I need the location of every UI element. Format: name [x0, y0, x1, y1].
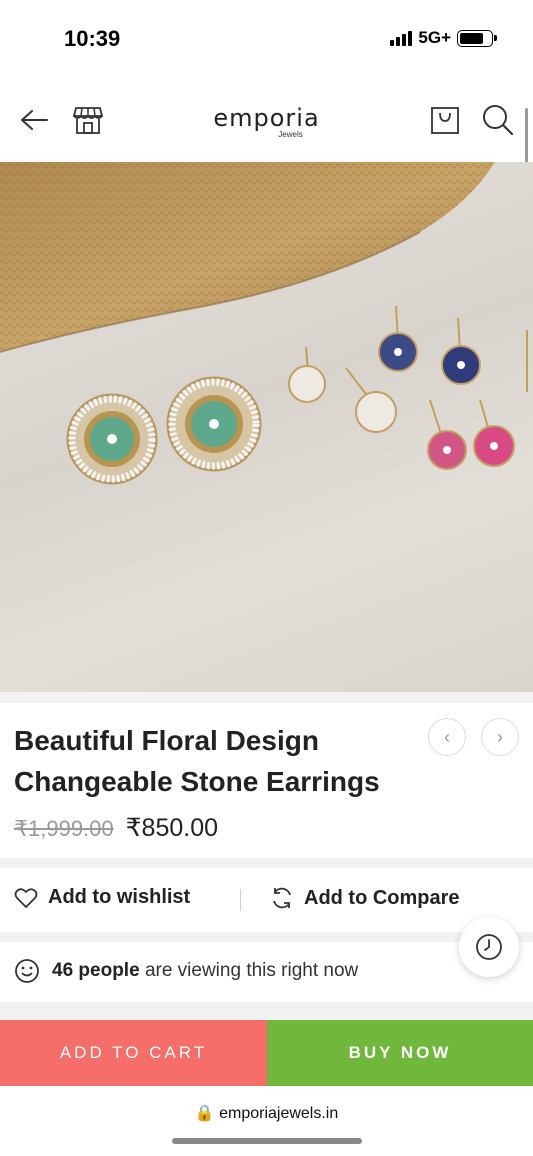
wishlist-label: Add to wishlist — [48, 886, 191, 908]
url-text: emporiajewels.in — [219, 1105, 339, 1122]
heart-icon — [14, 887, 38, 908]
search-icon[interactable] — [480, 102, 516, 138]
lock-icon: 🔒 — [194, 1105, 215, 1122]
shopping-bag-icon[interactable] — [427, 102, 463, 138]
product-actions: Add to wishlist Add to Compare — [0, 868, 533, 932]
sale-price: ₹850.00 — [125, 814, 219, 842]
site-header: emporia Jewels — [0, 80, 533, 162]
status-bar: 10:39 5G+ — [0, 0, 533, 80]
url-display[interactable]: 🔒 emporiajewels.in — [0, 1103, 533, 1123]
price-row: ₹1,999.00 ₹850.00 — [14, 813, 218, 843]
section-divider — [0, 692, 533, 703]
viewers-count: 46 people — [52, 960, 140, 981]
product-title-line1: Beautiful Floral Design — [14, 725, 319, 756]
previous-product-button[interactable]: ‹ — [428, 718, 466, 756]
chevron-right-icon: › — [497, 726, 503, 747]
product-title: Beautiful Floral Design Changeable Stone… — [14, 720, 414, 802]
clock-icon — [476, 934, 502, 960]
product-info: Beautiful Floral Design Changeable Stone… — [0, 703, 533, 858]
battery-icon — [457, 29, 497, 47]
compare-label: Add to Compare — [304, 886, 460, 909]
viewers-notice: 46 people are viewing this right now — [0, 942, 533, 1002]
compare-refresh-icon — [273, 887, 291, 909]
smiley-icon — [15, 959, 39, 983]
viewers-suffix: are viewing this right now — [144, 960, 359, 981]
recently-viewed-button[interactable] — [459, 917, 519, 977]
network-label: 5G+ — [418, 28, 451, 47]
original-price: ₹1,999.00 — [14, 816, 114, 841]
status-time: 10:39 — [64, 26, 121, 51]
chevron-left-icon: ‹ — [444, 726, 450, 747]
home-indicator[interactable] — [172, 1138, 362, 1144]
section-divider — [0, 858, 533, 868]
product-image[interactable] — [0, 162, 533, 692]
next-product-button[interactable]: › — [481, 718, 519, 756]
section-divider — [0, 932, 533, 942]
buy-now-button[interactable]: BUY NOW — [267, 1020, 533, 1086]
section-divider — [0, 1002, 533, 1020]
add-to-cart-button[interactable]: ADD TO CART — [0, 1020, 267, 1086]
purchase-bar: ADD TO CART BUY NOW — [0, 1020, 533, 1086]
action-separator — [240, 889, 241, 911]
status-indicators: 5G+ — [390, 28, 497, 48]
viewers-text: 46 people are viewing this right now — [52, 960, 358, 982]
add-to-compare-button[interactable]: Add to Compare — [270, 886, 460, 910]
product-title-line2: Changeable Stone Earrings — [14, 766, 380, 797]
signal-icon — [390, 30, 413, 46]
add-to-wishlist-button[interactable]: Add to wishlist — [14, 886, 190, 909]
browser-address-bar[interactable]: 🔒 emporiajewels.in — [0, 1086, 533, 1156]
